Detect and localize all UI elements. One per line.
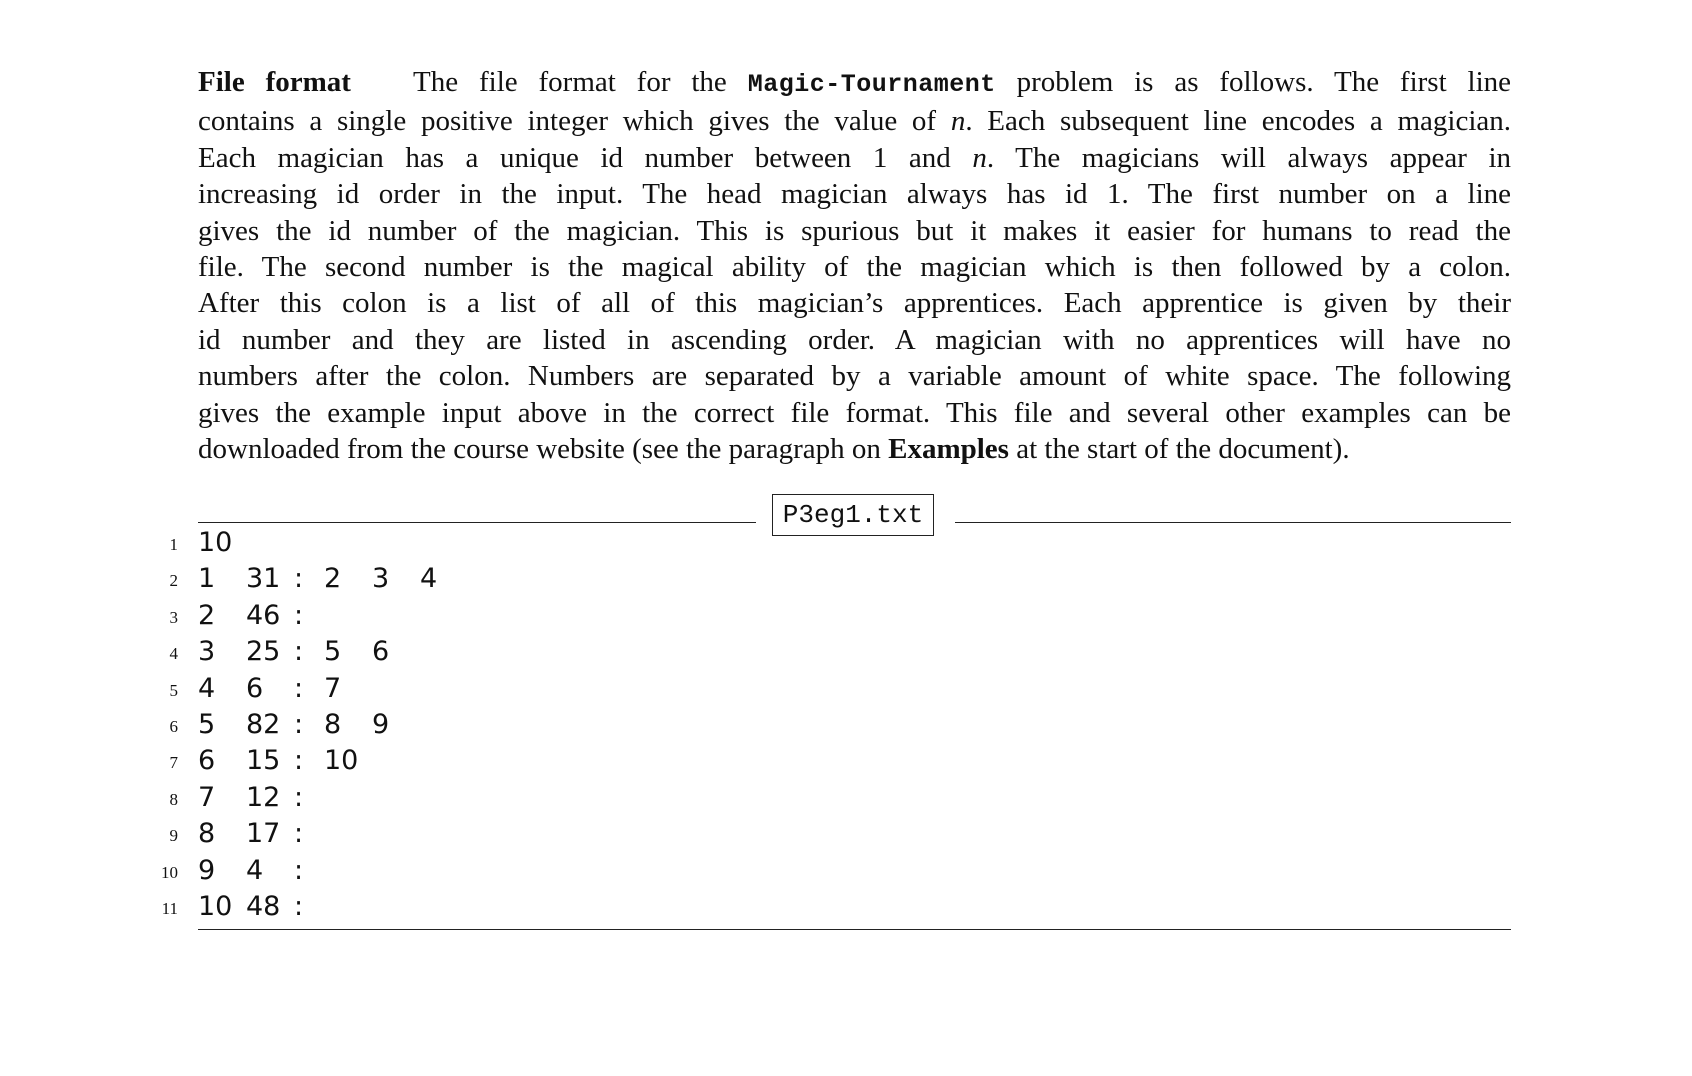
code-line: 4 3 25:5 6: [150, 634, 1511, 670]
code-listing: 1 10 2 1 31:2 3 4 3 2 46:4 3 25:5 6 5 4 6:7 6 5 82:8 9 7 6 15:…: [150, 525, 1511, 925]
line-token: 4: [198, 672, 216, 704]
line-token: 3: [372, 563, 390, 595]
paragraph-text: downloaded from the course website (see …: [198, 433, 889, 466]
line-number: 3: [169, 607, 179, 627]
paragraph-line: contains a single positive integer which…: [198, 103, 1511, 139]
code-line: 3 2 46:: [150, 598, 1511, 634]
line-token: 5: [324, 636, 342, 668]
code-line: 1 10: [150, 525, 1511, 561]
line-number: 11: [161, 898, 178, 918]
code-line: 7 6 15:10: [150, 743, 1511, 779]
line-token: 6: [246, 672, 264, 704]
line-token: 6: [372, 636, 390, 668]
paragraph-text: problem is as follows. The first line: [995, 66, 1512, 98]
paragraph-text: contains a single positive integer which…: [198, 105, 951, 138]
line-token: :: [294, 672, 304, 704]
math-variable: n: [950, 105, 966, 138]
line-token: :: [294, 781, 304, 813]
line-token: 9: [372, 708, 390, 740]
line-number: 8: [169, 789, 179, 809]
line-token: 8: [198, 818, 216, 850]
paragraph-text: at the start of the document).: [1008, 433, 1350, 466]
line-token: :: [294, 818, 304, 850]
line-token: 9: [198, 854, 216, 886]
line-token: 12: [246, 781, 281, 813]
line-token: 5: [198, 708, 216, 740]
paragraph-line: File format The file format for the Magi…: [198, 64, 1511, 103]
code-line: 2 1 31:2 3 4: [150, 561, 1511, 597]
line-token: 10: [324, 745, 359, 777]
paragraph-heading: File format: [198, 66, 351, 98]
line-token: 6: [198, 745, 216, 777]
paragraph-line: gives the example input above in the cor…: [198, 396, 1511, 429]
line-token: :: [294, 599, 304, 631]
line-token: 7: [324, 672, 342, 704]
header-rule-left: [198, 522, 756, 523]
code-line: 9 8 17:: [150, 816, 1511, 852]
line-token: 15: [246, 745, 281, 777]
line-token: 17: [246, 818, 281, 850]
paragraph-line: numbers after the colon. Numbers are sep…: [198, 360, 1511, 393]
paragraph-line: id number and they are listed in ascendi…: [198, 323, 1511, 356]
line-token: 7: [198, 781, 216, 813]
code-listing-bottom-rule: [198, 929, 1511, 930]
line-token: 25: [246, 636, 281, 668]
line-token: :: [294, 745, 304, 777]
paragraph-text: . The magicians will always appear in: [986, 141, 1511, 174]
line-number: 2: [169, 571, 179, 591]
line-token: 2: [198, 599, 216, 631]
paragraph-line: Each magician has a unique id number bet…: [198, 140, 1511, 176]
paragraph-line: downloaded from the course website (see …: [198, 431, 1511, 467]
line-token: :: [294, 854, 304, 886]
math-variable: n: [972, 141, 987, 174]
line-token: 4: [246, 854, 264, 886]
line-token: 8: [324, 708, 342, 740]
paragraph-line: increasing id order in the input. The he…: [198, 178, 1511, 211]
line-token: :: [294, 708, 304, 740]
line-number: 5: [169, 680, 179, 700]
line-token: 4: [420, 563, 438, 595]
paragraph-text: Each magician has a unique id number bet…: [198, 141, 973, 174]
line-token: 31: [246, 563, 281, 595]
problem-name: Magic-Tournament: [747, 70, 996, 99]
line-number: 7: [169, 753, 179, 773]
line-token: :: [294, 563, 304, 595]
line-number: 4: [169, 644, 179, 664]
paragraph-line: After this colon is a list of all of thi…: [198, 287, 1511, 320]
code-line: 546:7: [150, 671, 1511, 707]
file-format-paragraph: File format The file format for the Magi…: [198, 64, 1511, 467]
paragraph-line: gives the id number of the magician. Thi…: [198, 214, 1511, 247]
line-number: 6: [169, 716, 179, 736]
code-line: 11 10 48:: [150, 889, 1511, 925]
examples-emphasis: Examples: [888, 433, 1009, 466]
line-token: 1: [198, 563, 216, 595]
line-token: 10: [198, 890, 233, 922]
paragraph-text: . Each subsequent line encodes a magicia…: [965, 105, 1512, 138]
code-line: 8 7 12:: [150, 780, 1511, 816]
line-token: 48: [246, 890, 281, 922]
line-token: 2: [324, 563, 342, 595]
line-token: 46: [246, 599, 281, 631]
line-number: 1: [169, 535, 179, 554]
header-rule-right: [955, 522, 1511, 523]
line-token: 10: [198, 527, 233, 558]
paragraph-line: file. The second number is the magical a…: [198, 251, 1511, 284]
line-number: 9: [169, 826, 179, 846]
paragraph-text: The file format for the: [413, 66, 748, 98]
code-line: 10 9 4:: [150, 853, 1511, 889]
code-line: 6 5 82:8 9: [150, 707, 1511, 743]
line-token: :: [294, 890, 304, 922]
line-token: 3: [198, 636, 216, 668]
line-token: :: [294, 636, 304, 668]
line-number: 10: [161, 862, 178, 882]
line-token: 82: [246, 708, 281, 740]
